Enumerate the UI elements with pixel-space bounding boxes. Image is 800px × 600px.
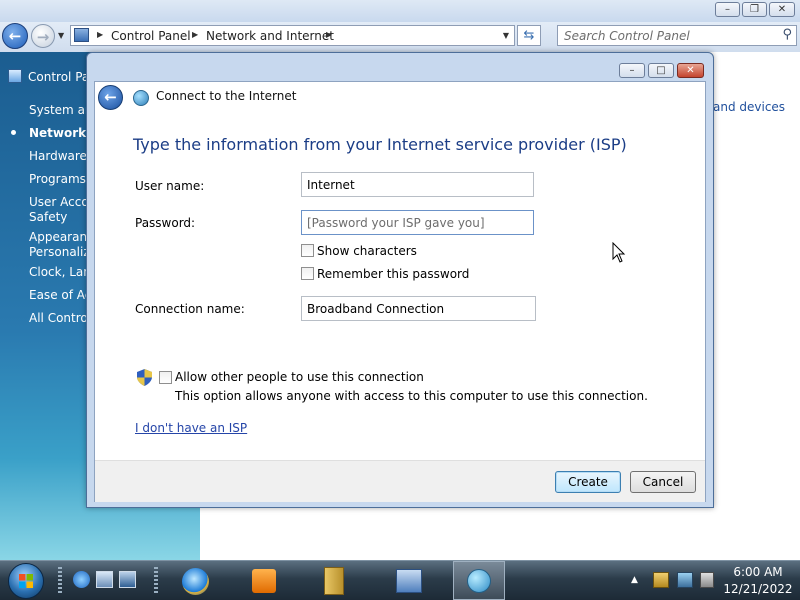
connection-name-input[interactable] [301, 296, 536, 321]
back-arrow-icon: ← [104, 88, 117, 106]
dialog-heading: Type the information from your Internet … [133, 135, 627, 154]
minimize-icon: – [629, 65, 635, 76]
back-button[interactable]: ← [2, 23, 28, 49]
control-panel-icon [74, 28, 89, 42]
uac-shield-icon [137, 369, 152, 386]
breadcrumb-control-panel[interactable]: Control Panel [111, 29, 191, 43]
address-bar[interactable]: ▶ Control Panel ▶ Network and Internet ▶… [70, 25, 515, 46]
control-panel-titlebar: – ❐ ✕ [0, 0, 800, 22]
taskbar-connect-internet[interactable] [453, 561, 505, 600]
taskbar-libraries[interactable] [312, 565, 356, 597]
breadcrumb-network-and-internet[interactable]: Network and Internet [206, 29, 334, 43]
restore-icon: ❐ [750, 4, 759, 15]
chevron-right-icon[interactable]: ▶ [97, 30, 103, 39]
minimize-button[interactable]: – [715, 2, 740, 17]
connect-dialog: – □ ✕ ← Connect to the Internet Type the… [86, 52, 714, 508]
dialog-body: ← Connect to the Internet Type the infor… [94, 81, 706, 502]
refresh-icon: ⇆ [523, 28, 535, 43]
dialog-back-button[interactable]: ← [98, 85, 123, 110]
sidebar-item-all-control[interactable]: All Control [29, 311, 91, 326]
password-label: Password: [135, 216, 196, 230]
maximize-icon: □ [656, 65, 666, 76]
chevron-right-icon[interactable]: ▶ [192, 30, 198, 39]
create-button[interactable]: Create [555, 471, 621, 493]
address-dropdown-icon[interactable]: ▼ [503, 31, 509, 40]
back-arrow-icon: ← [8, 27, 22, 45]
no-isp-link[interactable]: I don't have an ISP [135, 421, 247, 435]
show-desktop-icon[interactable] [96, 571, 113, 588]
libraries-folder-icon [324, 567, 344, 595]
close-icon: ✕ [686, 65, 695, 76]
connection-name-label: Connection name: [135, 302, 245, 316]
control-panel-home-icon [8, 69, 22, 83]
taskbar-media-player[interactable] [242, 565, 286, 597]
dialog-nav-bar: ← Connect to the Internet [95, 82, 705, 118]
mouse-cursor-icon [612, 242, 626, 263]
clock-date[interactable]: 12/21/2022 [722, 582, 794, 596]
media-player-icon [252, 569, 276, 593]
allow-others-checkbox[interactable] [159, 371, 172, 384]
search-box[interactable]: Search Control Panel ⚲ [557, 25, 797, 46]
dialog-maximize-button[interactable]: □ [648, 63, 674, 78]
cancel-button[interactable]: Cancel [630, 471, 696, 493]
action-center-icon[interactable] [653, 572, 669, 588]
sidebar-item-programs[interactable]: Programs [29, 172, 86, 187]
taskbar-internet-explorer[interactable] [174, 565, 218, 597]
dialog-footer: Create Cancel [95, 460, 705, 502]
search-placeholder: Search Control Panel [564, 29, 690, 43]
volume-muted-icon[interactable] [700, 572, 714, 588]
switch-windows-icon[interactable] [119, 571, 136, 588]
selected-bullet-icon [11, 130, 16, 135]
chevron-right-icon[interactable]: ▶ [326, 30, 332, 39]
network-status-icon[interactable] [677, 572, 693, 588]
show-characters-label[interactable]: Show characters [317, 244, 417, 258]
recent-pages-dropdown[interactable]: ▼ [58, 31, 64, 40]
internet-explorer-icon [182, 568, 209, 595]
remember-password-label[interactable]: Remember this password [317, 267, 469, 281]
start-button[interactable] [8, 563, 44, 599]
dialog-title: Connect to the Internet [156, 89, 297, 103]
show-characters-checkbox[interactable] [301, 244, 314, 257]
control-panel-icon [396, 569, 422, 593]
forward-arrow-icon: → [36, 28, 50, 46]
devices-link[interactable]: and devices [713, 100, 785, 114]
password-input[interactable] [301, 210, 534, 235]
network-globe-icon [133, 90, 149, 106]
username-label: User name: [135, 179, 205, 193]
close-button[interactable]: ✕ [769, 2, 795, 17]
toolbar-grip[interactable] [58, 567, 62, 595]
network-globe-icon [467, 569, 491, 593]
allow-others-label[interactable]: Allow other people to use this connectio… [175, 370, 424, 384]
maximize-button[interactable]: ❐ [742, 2, 767, 17]
show-hidden-icons-button[interactable]: ▲ [631, 575, 638, 585]
forward-button[interactable]: → [31, 24, 55, 48]
toolbar-grip[interactable] [154, 567, 158, 595]
refresh-button[interactable]: ⇆ [517, 25, 541, 46]
search-icon[interactable]: ⚲ [782, 27, 792, 42]
windows-logo-icon [19, 574, 33, 588]
dialog-close-button[interactable]: ✕ [677, 63, 704, 78]
taskbar-control-panel[interactable] [386, 565, 430, 597]
remember-password-checkbox[interactable] [301, 267, 314, 280]
close-icon: ✕ [777, 4, 787, 15]
minimize-icon: – [725, 4, 730, 15]
username-input[interactable] [301, 172, 534, 197]
internet-explorer-quicklaunch-icon[interactable] [73, 571, 90, 588]
allow-others-description: This option allows anyone with access to… [175, 389, 648, 403]
clock-time[interactable]: 6:00 AM [722, 565, 794, 579]
dialog-minimize-button[interactable]: – [619, 63, 645, 78]
